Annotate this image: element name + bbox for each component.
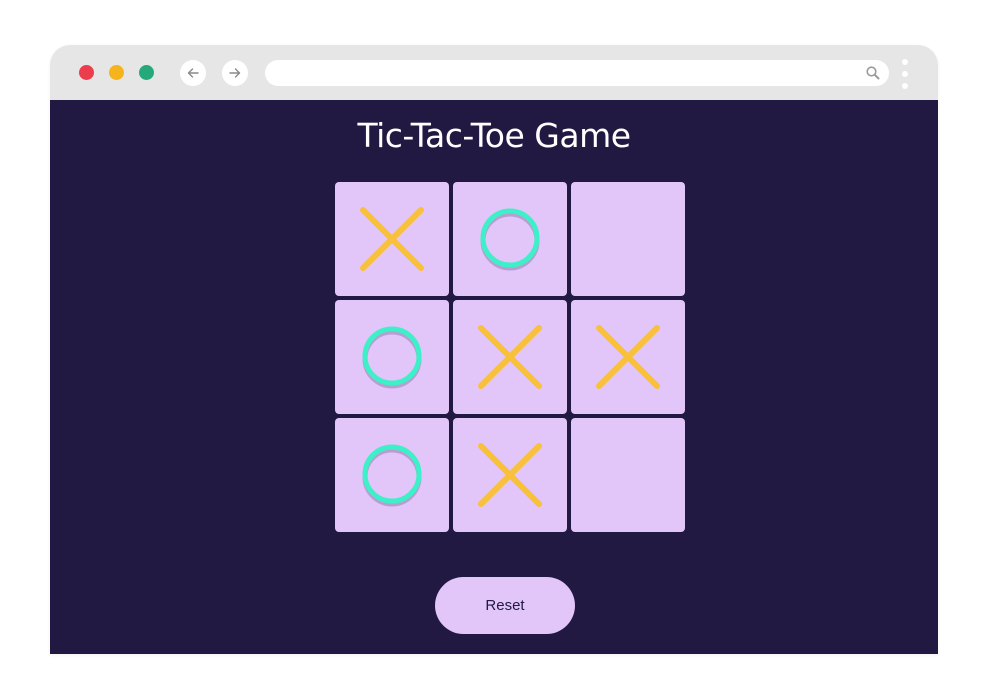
board-cell-1-0[interactable] — [335, 300, 449, 414]
arrow-right-icon — [229, 68, 241, 78]
o-mark-icon — [362, 326, 422, 389]
board-cell-0-0[interactable] — [335, 182, 449, 296]
game-board — [335, 182, 685, 532]
board-cell-0-2[interactable] — [571, 182, 685, 296]
back-button[interactable] — [180, 60, 206, 86]
minimize-window-button[interactable] — [109, 65, 124, 80]
forward-button[interactable] — [222, 60, 248, 86]
board-cell-1-1[interactable] — [453, 300, 567, 414]
page-title: Tic-Tac-Toe Game — [357, 116, 631, 155]
board-cell-2-1[interactable] — [453, 418, 567, 532]
x-mark-icon — [478, 443, 542, 507]
board-cell-2-0[interactable] — [335, 418, 449, 532]
x-mark-icon — [596, 325, 660, 389]
board-cell-1-2[interactable] — [571, 300, 685, 414]
browser-window: Tic-Tac-Toe Game Reset — [50, 45, 938, 654]
board-cell-0-1[interactable] — [453, 182, 567, 296]
o-mark-icon — [480, 208, 540, 271]
x-mark-icon — [478, 325, 542, 389]
maximize-window-button[interactable] — [139, 65, 154, 80]
o-mark-icon — [362, 444, 422, 507]
board-cell-2-2[interactable] — [571, 418, 685, 532]
search-icon[interactable] — [865, 65, 881, 81]
close-window-button[interactable] — [79, 65, 94, 80]
kebab-menu-icon[interactable] — [899, 59, 911, 89]
x-mark-icon — [360, 207, 424, 271]
arrow-left-icon — [187, 68, 199, 78]
address-bar-input[interactable] — [265, 60, 889, 86]
browser-toolbar — [50, 45, 938, 100]
game-area: Tic-Tac-Toe Game Reset — [50, 100, 938, 654]
reset-button[interactable]: Reset — [435, 577, 575, 634]
